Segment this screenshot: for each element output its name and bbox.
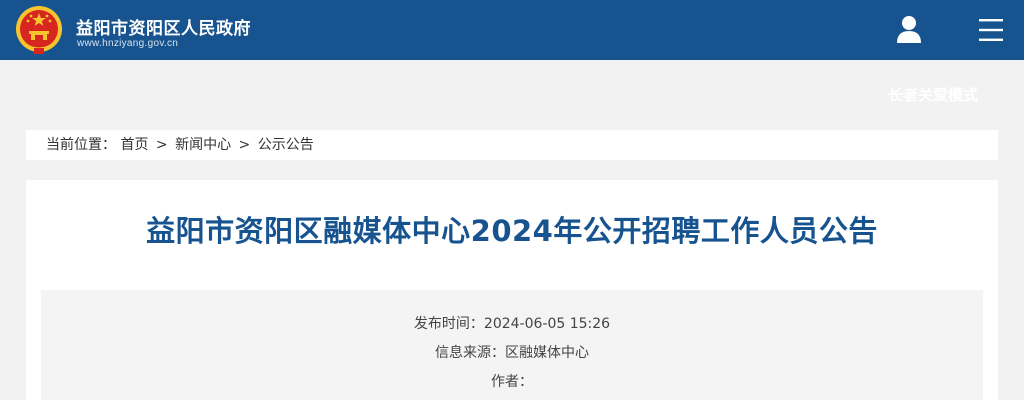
elder-care-mode-button[interactable]: 长者关爱模式 [888, 84, 978, 105]
publish-time: 发布时间：2024-06-05 15:26 [413, 316, 611, 332]
breadcrumb-news-link[interactable]: 新闻中心 [175, 137, 231, 153]
site-header: 益阳市资阳区人民政府 www.hnziyang.gov.cn [0, 0, 1024, 60]
breadcrumb: 当前位置： 首页 > 新闻中心 > 公示公告 [26, 130, 998, 160]
breadcrumb-separator: > [155, 137, 168, 153]
breadcrumb-notice-link[interactable]: 公示公告 [258, 137, 314, 153]
article-panel: 益阳市资阳区融媒体中心2024年公开招聘工作人员公告 发布时间：2024-06-… [26, 180, 998, 400]
info-source: 信息来源：区融媒体中心 [435, 345, 589, 361]
national-emblem-icon[interactable] [14, 4, 64, 56]
author: 作者： [491, 374, 533, 390]
article-meta-box: 发布时间：2024-06-05 15:26 信息来源：区融媒体中心 作者： [41, 290, 983, 400]
site-name[interactable]: 益阳市资阳区人民政府 [76, 14, 251, 39]
hamburger-menu-icon[interactable] [977, 18, 1005, 42]
site-url: www.hnziyang.gov.cn [77, 38, 179, 49]
breadcrumb-separator: > [238, 137, 251, 153]
breadcrumb-prefix: 当前位置： [46, 137, 116, 153]
user-icon[interactable] [895, 14, 923, 44]
article-title: 益阳市资阳区融媒体中心2024年公开招聘工作人员公告 [146, 214, 878, 248]
breadcrumb-home-link[interactable]: 首页 [120, 137, 148, 153]
